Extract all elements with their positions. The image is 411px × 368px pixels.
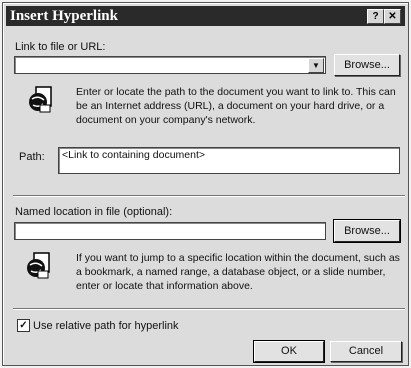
globe-document-icon bbox=[29, 86, 52, 113]
link-browse-button[interactable]: Browse... bbox=[334, 54, 400, 76]
named-browse-button[interactable]: Browse... bbox=[333, 219, 401, 243]
named-location-input[interactable] bbox=[14, 222, 326, 240]
help-button[interactable]: ? bbox=[367, 9, 384, 24]
dialog-title: Insert Hyperlink bbox=[10, 8, 118, 24]
link-description: Enter or locate the path to the document… bbox=[76, 86, 396, 126]
link-url-combo[interactable]: ▼ bbox=[14, 56, 326, 74]
insert-hyperlink-dialog: Insert Hyperlink ? ✕ Link to file or URL… bbox=[2, 2, 409, 366]
path-display: <Link to containing document> bbox=[58, 147, 400, 174]
help-icon: ? bbox=[372, 11, 379, 22]
named-location-description: If you want to jump to a specific locati… bbox=[76, 252, 400, 292]
close-button[interactable]: ✕ bbox=[384, 9, 401, 24]
relative-path-label[interactable]: Use relative path for hyperlink bbox=[33, 320, 179, 332]
ok-button[interactable]: OK bbox=[253, 340, 325, 363]
link-to-file-label: Link to file or URL: bbox=[15, 41, 106, 53]
path-value: <Link to containing document> bbox=[62, 149, 206, 161]
checkmark-icon: ✓ bbox=[19, 320, 28, 331]
section-divider bbox=[13, 195, 405, 197]
cancel-button[interactable]: Cancel bbox=[330, 341, 402, 362]
globe-document-icon bbox=[27, 252, 50, 279]
relative-path-checkbox[interactable]: ✓ bbox=[17, 319, 30, 332]
dropdown-arrow-icon[interactable]: ▼ bbox=[308, 58, 324, 73]
path-label: Path: bbox=[19, 151, 45, 163]
close-icon: ✕ bbox=[388, 11, 397, 22]
title-bar[interactable]: Insert Hyperlink ? ✕ bbox=[6, 6, 405, 26]
named-location-label: Named location in file (optional): bbox=[15, 206, 173, 218]
section-divider bbox=[13, 308, 405, 310]
